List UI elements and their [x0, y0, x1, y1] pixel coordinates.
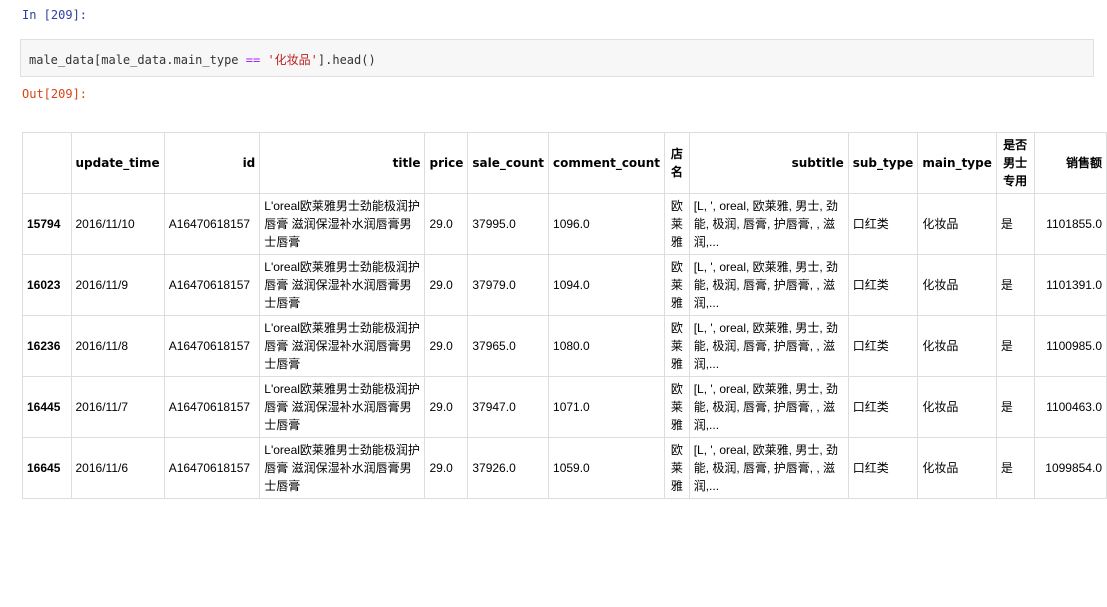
row-index: 16445 — [22, 376, 72, 438]
code-cell[interactable]: male_data[male_data.main_type == '化妆品'].… — [20, 39, 1094, 77]
cell-sale-count: 37926.0 — [467, 437, 550, 499]
code-operator: == — [245, 53, 261, 67]
header-title: title — [259, 132, 426, 194]
cell-price: 29.0 — [424, 254, 469, 316]
cell-title: L'oreal欧莱雅男士劲能极润护唇膏 滋润保湿补水润唇膏男士唇膏 — [259, 437, 426, 499]
row-index: 16645 — [22, 437, 72, 499]
cell-sub-type: 口红类 — [847, 193, 919, 255]
cell-sub-type: 口红类 — [847, 254, 919, 316]
table-row: 16445 2016/11/7 A16470618157 L'oreal欧莱雅男… — [22, 376, 1107, 438]
cell-update-time: 2016/11/9 — [70, 254, 165, 316]
header-comment-count: comment_count — [548, 132, 665, 194]
row-index: 16236 — [22, 315, 72, 377]
cell-sale-count: 37965.0 — [467, 315, 550, 377]
cell-id: A16470618157 — [163, 193, 261, 255]
cell-price: 29.0 — [424, 193, 469, 255]
input-prompt: In [209]: — [22, 8, 88, 22]
cell-subtitle: [L, ', oreal, 欧莱雅, 男士, 劲能, 极润, 唇膏, 护唇膏, … — [688, 315, 849, 377]
row-index: 16023 — [22, 254, 72, 316]
cell-sub-type: 口红类 — [847, 376, 919, 438]
cell-sales: 1099854.0 — [1033, 437, 1107, 499]
table-row: 16645 2016/11/6 A16470618157 L'oreal欧莱雅男… — [22, 437, 1107, 499]
cell-sub-type: 口红类 — [847, 437, 919, 499]
table-row: 16236 2016/11/8 A16470618157 L'oreal欧莱雅男… — [22, 315, 1107, 377]
cell-male-only: 是 — [995, 254, 1035, 316]
cell-title: L'oreal欧莱雅男士劲能极润护唇膏 滋润保湿补水润唇膏男士唇膏 — [259, 254, 426, 316]
header-price: price — [424, 132, 469, 194]
cell-shop: 欧莱雅 — [664, 193, 690, 255]
cell-price: 29.0 — [424, 315, 469, 377]
table-row: 16023 2016/11/9 A16470618157 L'oreal欧莱雅男… — [22, 254, 1107, 316]
cell-subtitle: [L, ', oreal, 欧莱雅, 男士, 劲能, 极润, 唇膏, 护唇膏, … — [688, 193, 849, 255]
cell-subtitle: [L, ', oreal, 欧莱雅, 男士, 劲能, 极润, 唇膏, 护唇膏, … — [688, 254, 849, 316]
cell-sale-count: 37947.0 — [467, 376, 550, 438]
table-row: 15794 2016/11/10 A16470618157 L'oreal欧莱雅… — [22, 193, 1107, 255]
cell-shop: 欧莱雅 — [664, 315, 690, 377]
code-string: '化妆品' — [267, 53, 318, 67]
cell-sale-count: 37995.0 — [467, 193, 550, 255]
cell-shop: 欧莱雅 — [664, 437, 690, 499]
dataframe-table: update_time id title price sale_count co… — [22, 132, 1107, 499]
code-prefix: male_data[male_data.main_type — [29, 53, 246, 67]
cell-update-time: 2016/11/8 — [70, 315, 165, 377]
cell-update-time: 2016/11/6 — [70, 437, 165, 499]
cell-subtitle: [L, ', oreal, 欧莱雅, 男士, 劲能, 极润, 唇膏, 护唇膏, … — [688, 437, 849, 499]
cell-comment-count: 1080.0 — [548, 315, 665, 377]
header-subtitle: subtitle — [688, 132, 849, 194]
cell-title: L'oreal欧莱雅男士劲能极润护唇膏 滋润保湿补水润唇膏男士唇膏 — [259, 193, 426, 255]
header-main-type: main_type — [917, 132, 997, 194]
cell-id: A16470618157 — [163, 376, 261, 438]
cell-male-only: 是 — [995, 376, 1035, 438]
cell-main-type: 化妆品 — [917, 193, 997, 255]
cell-comment-count: 1096.0 — [548, 193, 665, 255]
header-sub-type: sub_type — [847, 132, 919, 194]
cell-main-type: 化妆品 — [917, 437, 997, 499]
cell-update-time: 2016/11/10 — [70, 193, 165, 255]
cell-id: A16470618157 — [163, 315, 261, 377]
cell-id: A16470618157 — [163, 437, 261, 499]
output-prompt: Out[209]: — [22, 87, 88, 101]
row-index: 15794 — [22, 193, 72, 255]
cell-sale-count: 37979.0 — [467, 254, 550, 316]
cell-comment-count: 1059.0 — [548, 437, 665, 499]
cell-sales: 1101391.0 — [1033, 254, 1107, 316]
header-shop: 店名 — [664, 132, 690, 194]
header-sales: 销售额 — [1033, 132, 1107, 194]
cell-update-time: 2016/11/7 — [70, 376, 165, 438]
header-index — [22, 132, 72, 194]
cell-sales: 1100463.0 — [1033, 376, 1107, 438]
cell-male-only: 是 — [995, 315, 1035, 377]
header-update-time: update_time — [70, 132, 165, 194]
cell-shop: 欧莱雅 — [664, 254, 690, 316]
cell-comment-count: 1071.0 — [548, 376, 665, 438]
cell-price: 29.0 — [424, 437, 469, 499]
cell-comment-count: 1094.0 — [548, 254, 665, 316]
cell-price: 29.0 — [424, 376, 469, 438]
header-male-only: 是否男士专用 — [995, 132, 1035, 194]
cell-male-only: 是 — [995, 193, 1035, 255]
cell-main-type: 化妆品 — [917, 254, 997, 316]
cell-id: A16470618157 — [163, 254, 261, 316]
header-sale-count: sale_count — [467, 132, 550, 194]
cell-shop: 欧莱雅 — [664, 376, 690, 438]
table-header-row: update_time id title price sale_count co… — [22, 132, 1107, 194]
cell-sub-type: 口红类 — [847, 315, 919, 377]
cell-title: L'oreal欧莱雅男士劲能极润护唇膏 滋润保湿补水润唇膏男士唇膏 — [259, 376, 426, 438]
cell-subtitle: [L, ', oreal, 欧莱雅, 男士, 劲能, 极润, 唇膏, 护唇膏, … — [688, 376, 849, 438]
cell-title: L'oreal欧莱雅男士劲能极润护唇膏 滋润保湿补水润唇膏男士唇膏 — [259, 315, 426, 377]
code-text: male_data[male_data.main_type == '化妆品'].… — [29, 51, 376, 68]
code-suffix: ].head() — [317, 53, 376, 67]
cell-sales: 1100985.0 — [1033, 315, 1107, 377]
cell-main-type: 化妆品 — [917, 315, 997, 377]
header-id: id — [163, 132, 261, 194]
cell-main-type: 化妆品 — [917, 376, 997, 438]
cell-sales: 1101855.0 — [1033, 193, 1107, 255]
cell-male-only: 是 — [995, 437, 1035, 499]
